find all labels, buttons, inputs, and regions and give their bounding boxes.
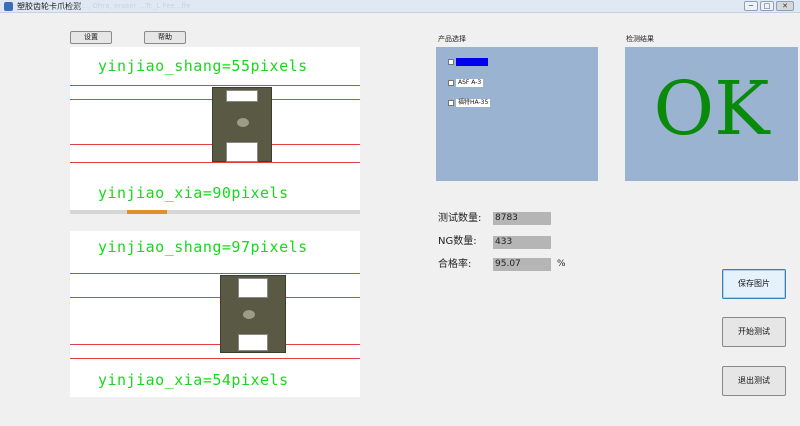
result-value: OK — [653, 66, 770, 152]
start-test-button[interactable]: 开始测试 — [722, 317, 786, 347]
product-option-label[interactable]: ASF A-3 — [456, 79, 484, 87]
exit-test-button[interactable]: 退出测试 — [722, 366, 786, 396]
close-button[interactable]: ✕ — [776, 1, 794, 11]
result-panel: OK — [625, 47, 798, 181]
minimize-button[interactable]: ─ — [744, 1, 758, 11]
result-title: 检测结果 — [626, 35, 654, 43]
title-bar: 塑胶齿轮卡爪检测 Pra..., Ohra, eraser ...Tr._L F… — [0, 0, 800, 13]
lower-measure-text: yinjiao_xia=54pixels — [98, 371, 289, 389]
product-checkbox[interactable] — [448, 80, 454, 86]
lower-measure-text: yinjiao_xia=90pixels — [98, 184, 289, 202]
pass-rate-label: 合格率: — [438, 259, 472, 270]
camera-image-bottom: yinjiao_shang=97pixels yinjiao_xia=54pix… — [70, 231, 360, 397]
upper-measure-text: yinjiao_shang=97pixels — [98, 238, 308, 256]
measure-line — [70, 273, 360, 274]
test-count-label: 测试数量: — [438, 213, 482, 224]
product-option-label[interactable] — [456, 58, 488, 66]
product-checkbox[interactable] — [448, 100, 454, 106]
pass-rate-value: 95.07 — [493, 258, 551, 271]
product-option-label[interactable]: 福特HA-35 — [456, 99, 491, 107]
measure-line — [70, 297, 360, 298]
scrollbar-thumb[interactable] — [127, 210, 167, 214]
ng-count-label: NG数量: — [438, 236, 477, 247]
test-count-value: 8783 — [493, 212, 551, 225]
part-image — [212, 87, 272, 162]
camera-image-top: yinjiao_shang=55pixels yinjiao_xia=90pix… — [70, 47, 360, 210]
measure-line — [70, 344, 360, 345]
pass-rate-unit: % — [557, 259, 566, 269]
upper-measure-text: yinjiao_shang=55pixels — [98, 57, 308, 75]
ghost-title: Pra..., Ohra, eraser ...Tr._L Fee...ffe — [70, 2, 191, 10]
measure-line — [70, 162, 360, 163]
app-icon — [4, 2, 13, 11]
measure-line — [70, 358, 360, 359]
settings-button[interactable]: 设置 — [70, 31, 112, 44]
part-image — [220, 275, 286, 353]
product-select-panel: ASF A-3 福特HA-35 — [436, 47, 598, 181]
maximize-button[interactable]: □ — [760, 1, 774, 11]
product-select-title: 产品选择 — [438, 35, 466, 43]
horizontal-scrollbar[interactable] — [70, 210, 360, 214]
ng-count-value: 433 — [493, 236, 551, 249]
measure-line — [70, 85, 360, 86]
product-checkbox[interactable] — [448, 59, 454, 65]
help-button[interactable]: 帮助 — [144, 31, 186, 44]
save-image-button[interactable]: 保存图片 — [722, 269, 786, 299]
